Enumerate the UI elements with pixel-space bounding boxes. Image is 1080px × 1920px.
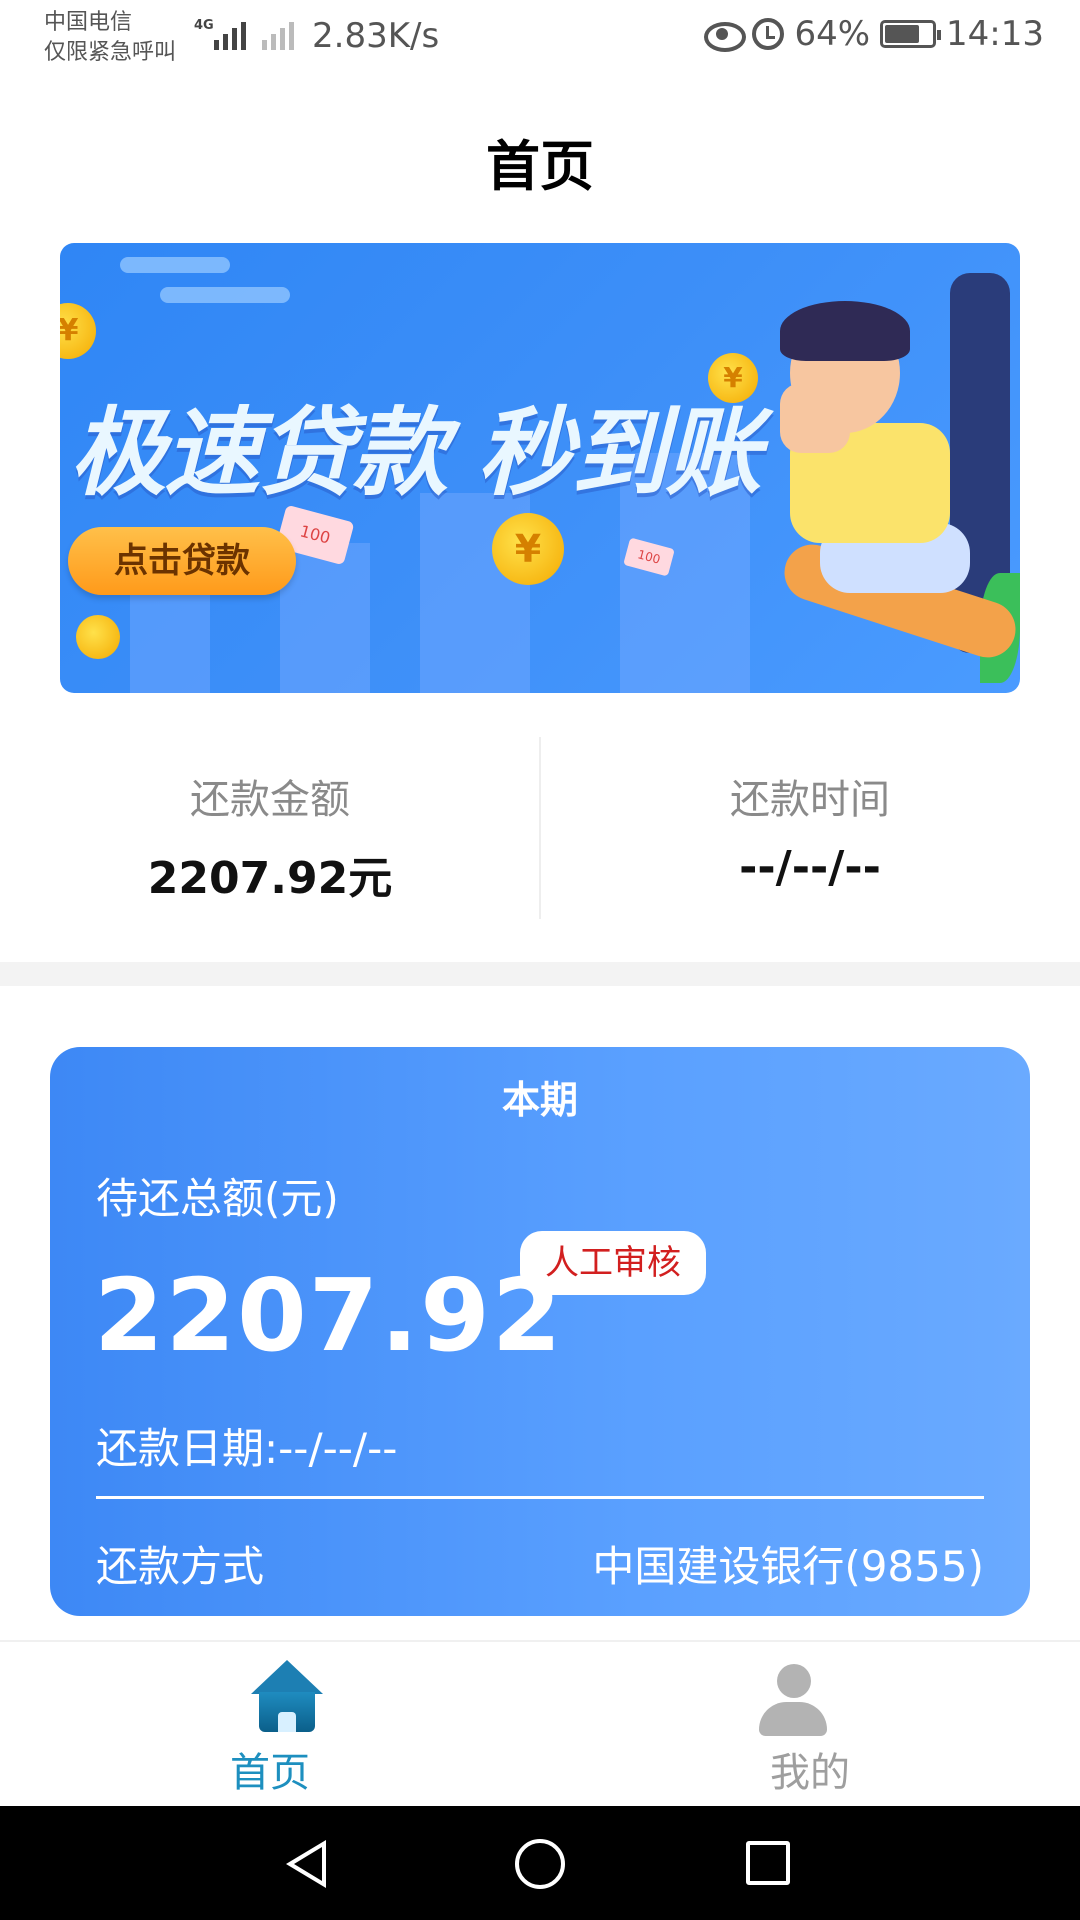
repayment-time-label: 还款时间	[730, 777, 890, 823]
loan-promo-banner[interactable]: ¥ ¥ ¥ 100 100 极速贷款 秒到账 点击贷款	[60, 243, 1020, 693]
clock-time: 14:13	[946, 14, 1044, 54]
cloud-decoration	[120, 257, 230, 273]
network-speed: 2.83K/s	[312, 16, 440, 56]
card-divider	[96, 1496, 984, 1499]
carrier-info: 中国电信 仅限紧急呼叫	[44, 8, 176, 68]
signal-strength-icon	[214, 18, 246, 50]
network-type-label: 4G	[194, 18, 214, 33]
system-nav-bar	[0, 1806, 1080, 1920]
character-illustration	[780, 383, 850, 453]
coin-icon: ¥	[60, 303, 96, 359]
current-period-card[interactable]: 本期 待还总额(元) 2207.92 人工审核 还款日期:--/--/-- 还款…	[50, 1047, 1030, 1616]
system-home-icon[interactable]	[515, 1839, 565, 1889]
payment-method-label: 还款方式	[96, 1542, 265, 1591]
bottom-nav: 首页 我的	[0, 1640, 1080, 1806]
coin-icon: ¥	[492, 513, 564, 585]
status-right-group: 64% 14:13	[704, 14, 1044, 54]
signal-strength-sim2-icon	[262, 18, 294, 50]
user-icon	[759, 1664, 827, 1736]
repayment-summary: 还款金额 2207.92元 还款时间 --/--/--	[0, 737, 1080, 919]
battery-icon	[880, 20, 942, 48]
repayment-amount-label: 还款金额	[190, 777, 350, 823]
back-icon[interactable]	[286, 1840, 326, 1888]
repayment-amount-value: 2207.92元	[147, 853, 393, 904]
repayment-amount-section: 还款金额 2207.92元	[0, 737, 540, 919]
coin-icon	[76, 615, 120, 659]
section-separator	[0, 962, 1080, 986]
status-badge: 人工审核	[520, 1231, 706, 1295]
building-decoration	[130, 583, 210, 693]
alarm-icon	[752, 18, 785, 50]
payment-method-value[interactable]: 中国建设银行(9855)	[592, 1533, 984, 1594]
due-date: 还款日期:--/--/--	[96, 1424, 398, 1473]
eye-comfort-icon	[704, 22, 747, 52]
total-due-label: 待还总额(元)	[96, 1174, 339, 1223]
home-icon	[251, 1660, 323, 1732]
carrier-name: 中国电信	[44, 10, 133, 35]
recent-apps-icon[interactable]	[746, 1841, 790, 1885]
cloud-decoration	[160, 287, 290, 303]
status-bar: 中国电信 仅限紧急呼叫 4G 2.83K/s 64% 14:13	[0, 0, 1080, 76]
repayment-time-section: 还款时间 --/--/--	[540, 737, 1080, 919]
repayment-time-value: --/--/--	[739, 842, 881, 893]
nav-label-mine: 我的	[770, 1750, 850, 1796]
nav-item-mine[interactable]: 我的	[540, 1642, 1080, 1808]
battery-percent: 64%	[794, 14, 871, 54]
nav-item-home[interactable]: 首页	[0, 1642, 540, 1808]
page-title: 首页	[486, 135, 594, 198]
total-due-amount: 2207.92	[94, 1257, 564, 1374]
banner-headline: 极速贷款 秒到账	[70, 397, 761, 509]
character-illustration	[780, 301, 910, 361]
card-title: 本期	[501, 1078, 578, 1122]
carrier-status: 仅限紧急呼叫	[44, 40, 177, 65]
apply-loan-button[interactable]: 点击贷款	[68, 527, 296, 595]
nav-label-home: 首页	[230, 1750, 310, 1796]
